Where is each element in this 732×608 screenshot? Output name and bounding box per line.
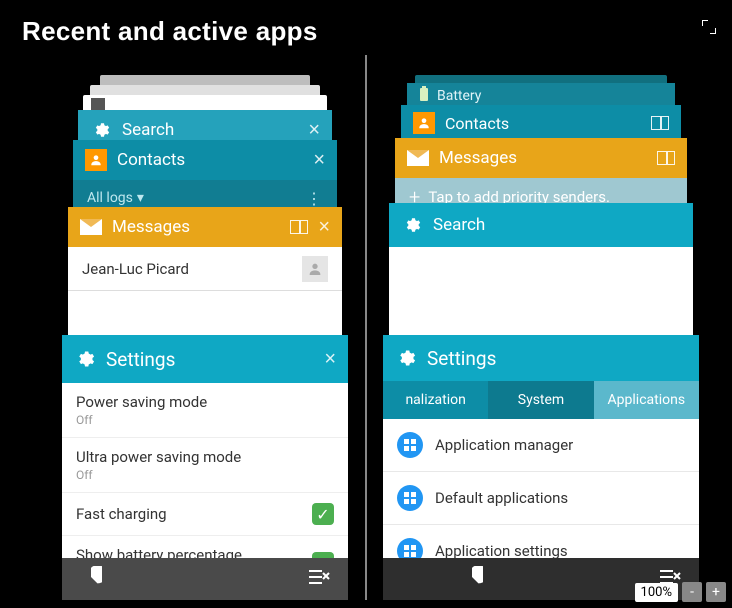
battery-icon [419, 86, 429, 106]
zoom-in-button[interactable]: + [706, 582, 726, 602]
tab-applications[interactable]: Applications [594, 381, 699, 419]
settings-row[interactable]: Application manager [383, 419, 699, 472]
dual-phone-area: Search × Contacts × All logs ▾ ⋮ Message… [0, 55, 732, 600]
envelope-icon [80, 219, 102, 235]
row-sub: Off [76, 413, 334, 427]
close-icon[interactable]: × [318, 216, 330, 239]
contacts-card[interactable]: Contacts × All logs ▾ ⋮ [73, 140, 337, 216]
contact-name: Jean-Luc Picard [82, 260, 189, 278]
split-icon[interactable] [657, 151, 675, 165]
checkbox-icon[interactable]: ✓ [312, 503, 334, 525]
recent-apps-bottom-bar [62, 558, 348, 600]
more-icon[interactable]: ⋮ [306, 189, 323, 208]
grid-icon [397, 432, 423, 458]
row-title: Ultra power saving mode [76, 448, 334, 466]
gear-icon [74, 348, 96, 370]
dismiss-all-icon[interactable] [306, 567, 330, 591]
right-phone: Battery Contacts Messages + Tap to add p… [367, 55, 732, 600]
split-icon[interactable] [290, 220, 308, 234]
tab-personalization[interactable]: nalization [383, 381, 488, 419]
gear-icon [90, 119, 112, 141]
pie-chart-icon[interactable] [80, 566, 102, 592]
gear-icon [401, 214, 423, 236]
zoom-out-button[interactable]: - [682, 582, 702, 602]
card-label: Search [433, 215, 681, 235]
card-label: Contacts [117, 150, 303, 170]
contacts-card[interactable]: Contacts [401, 105, 681, 141]
settings-card[interactable]: Settings nalization System Applications … [383, 335, 699, 578]
card-label: Settings [427, 347, 687, 370]
card-label: Messages [112, 217, 280, 237]
left-phone: Search × Contacts × All logs ▾ ⋮ Message… [0, 55, 365, 600]
row-title: Power saving mode [76, 393, 334, 411]
card-label: Search [122, 120, 298, 140]
settings-row[interactable]: Power saving mode Off [62, 383, 348, 438]
pie-chart-icon[interactable] [461, 566, 483, 592]
row-title: Fast charging [76, 505, 312, 523]
gear-icon [395, 347, 417, 369]
tab-system[interactable]: System [488, 381, 593, 419]
page-title: Recent and active apps [22, 16, 318, 47]
settings-row[interactable]: Ultra power saving mode Off [62, 438, 348, 493]
row-sub: Off [76, 468, 334, 482]
card-label: Messages [439, 148, 647, 168]
chevron-down-icon: ▾ [137, 190, 144, 206]
message-row[interactable]: Jean-Luc Picard [68, 247, 342, 291]
settings-row[interactable]: Default applications [383, 472, 699, 525]
split-icon[interactable] [651, 116, 669, 130]
person-icon [413, 112, 435, 134]
filter-label: All logs [87, 190, 133, 206]
settings-tabs: nalization System Applications [383, 381, 699, 419]
card-label: Battery [437, 88, 481, 104]
zoom-label: 100% [635, 583, 678, 602]
close-icon[interactable]: × [308, 119, 320, 142]
row-label: Application manager [435, 436, 573, 454]
fullscreen-icon[interactable] [702, 20, 716, 34]
card-label: Contacts [445, 114, 641, 133]
settings-row[interactable]: Fast charging ✓ [62, 493, 348, 536]
row-label: Default applications [435, 489, 568, 507]
grid-icon [397, 485, 423, 511]
person-icon [85, 149, 107, 171]
envelope-icon [407, 150, 429, 166]
zoom-controls: 100% - + [635, 582, 726, 602]
avatar [302, 256, 328, 282]
card-label: Settings [106, 348, 314, 371]
close-icon[interactable]: × [324, 348, 336, 371]
search-card[interactable]: Search [389, 203, 693, 357]
messages-card[interactable]: Messages × Jean-Luc Picard [68, 207, 342, 351]
close-icon[interactable]: × [313, 149, 325, 172]
